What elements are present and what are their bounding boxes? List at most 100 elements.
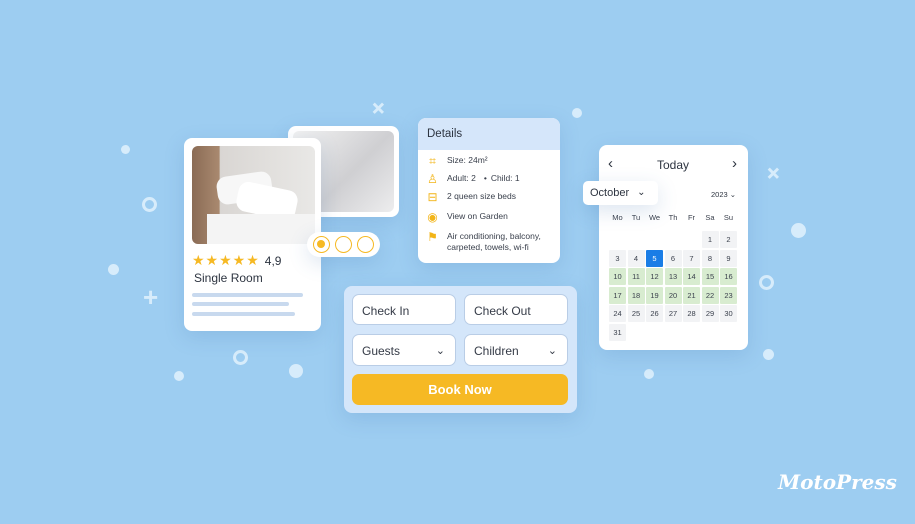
decor-dot	[791, 223, 806, 238]
calendar-day-22[interactable]: 22	[701, 286, 719, 304]
calendar-day-8[interactable]: 8	[701, 249, 719, 267]
decor-plus: +	[757, 157, 790, 189]
chevron-down-icon: ⌄	[637, 187, 646, 198]
calendar-day-26[interactable]: 26	[646, 305, 663, 322]
children-select[interactable]: Children ⌄	[464, 334, 568, 366]
detail-adults: Adult: 2	[447, 173, 476, 183]
details-header: Details	[418, 118, 560, 150]
chevron-down-icon: ⌄	[435, 345, 445, 357]
weekday-tu: Tu	[631, 213, 641, 222]
today-button[interactable]: Today	[657, 158, 689, 172]
room-card: ★★★★★ 4,9 Single Room	[184, 138, 321, 331]
weekday-th: Th	[668, 213, 678, 222]
rating-value: 4,9	[264, 253, 282, 268]
calendar-day-16[interactable]: 16	[720, 268, 737, 285]
calendar-day-31[interactable]: 31	[609, 323, 626, 341]
calendar-day-13[interactable]: 13	[664, 268, 682, 285]
decor-plus: +	[362, 92, 395, 124]
calendar-day-5[interactable]: 5	[646, 249, 663, 267]
book-now-button[interactable]: Book Now	[352, 374, 568, 405]
calendar-card: ‹ Today › 2023 ⌄ Mo Tu We Th Fr Sa Su 1 2 3 4 5 6 7 8 9…	[599, 145, 748, 350]
rating-stars: ★★★★★	[192, 252, 260, 268]
prev-month-button[interactable]: ‹	[608, 155, 613, 172]
calendar-day-30[interactable]: 30	[720, 305, 737, 322]
eye-icon: ◉	[427, 210, 438, 224]
decor-dot	[572, 108, 582, 118]
gallery-dots	[307, 232, 380, 257]
bookmark-icon: ⚑	[427, 230, 438, 244]
weekday-we: We	[648, 213, 661, 222]
placeholder-line	[192, 312, 295, 316]
check-in-label: Check In	[362, 304, 410, 318]
decor-dot	[174, 371, 184, 381]
calendar-day-4[interactable]: 4	[627, 249, 645, 267]
bullet: •	[483, 173, 487, 183]
detail-children: Child: 1	[490, 173, 520, 183]
detail-size: Size: 24m²	[447, 155, 488, 165]
weekday-fr: Fr	[687, 213, 696, 222]
calendar-day-25[interactable]: 25	[627, 305, 645, 322]
room-photo[interactable]	[192, 146, 315, 244]
placeholder-line	[192, 293, 303, 297]
weekday-sa: Sa	[705, 213, 715, 222]
guests-select[interactable]: Guests ⌄	[352, 334, 456, 366]
decor-dot	[108, 264, 119, 275]
decor-dot	[121, 145, 130, 154]
size-icon: ⌗	[429, 154, 436, 168]
calendar-day-23[interactable]: 23	[720, 286, 737, 304]
calendar-day-27[interactable]: 27	[664, 305, 682, 322]
check-out-input[interactable]: Check Out	[464, 294, 568, 325]
calendar-day-3[interactable]: 3	[609, 249, 626, 267]
calendar-day-17[interactable]: 17	[609, 286, 626, 304]
calendar-day-2[interactable]: 2	[720, 231, 737, 248]
calendar-day-6[interactable]: 6	[664, 249, 682, 267]
gallery-dot-3[interactable]	[357, 236, 374, 253]
check-in-input[interactable]: Check In	[352, 294, 456, 325]
weekday-mo: Mo	[612, 213, 623, 222]
detail-view: View on Garden	[447, 211, 508, 221]
decor-dot	[289, 364, 303, 378]
chevron-down-icon: ⌄	[729, 190, 737, 199]
month-value: October	[590, 187, 630, 199]
calendar-day-12[interactable]: 12	[646, 268, 663, 285]
calendar-day-9[interactable]: 9	[720, 249, 737, 267]
gallery-dot-2[interactable]	[335, 236, 352, 253]
calendar-day-18[interactable]: 18	[627, 286, 645, 304]
calendar-day-1[interactable]: 1	[701, 231, 719, 248]
calendar-day-7[interactable]: 7	[683, 249, 700, 267]
calendar-day-20[interactable]: 20	[664, 286, 682, 304]
year-select[interactable]: 2023 ⌄	[711, 190, 736, 199]
calendar-day-19[interactable]: 19	[646, 286, 663, 304]
check-out-label: Check Out	[474, 304, 531, 318]
calendar-day-10[interactable]: 10	[609, 268, 626, 285]
calendar-day-28[interactable]: 28	[683, 305, 700, 322]
details-card: Details ⌗ Size: 24m² ♙ Adult: 2 • Child: 1 ⊟…	[418, 118, 560, 263]
decor-dot	[763, 349, 774, 360]
weekday-su: Su	[723, 213, 734, 222]
detail-amenities: Air conditioning, balcony, carpeted, tow…	[447, 231, 541, 252]
calendar-day-29[interactable]: 29	[701, 305, 719, 322]
brand-logo: MotoPress	[778, 470, 897, 494]
gallery-dot-1[interactable]	[313, 236, 330, 253]
detail-beds: 2 queen size beds	[447, 191, 516, 201]
decor-ring	[759, 275, 774, 290]
person-icon: ♙	[427, 172, 438, 186]
calendar-day-15[interactable]: 15	[701, 268, 719, 285]
children-label: Children	[474, 344, 519, 358]
room-title[interactable]: Single Room	[194, 271, 263, 285]
year-value: 2023	[711, 190, 728, 199]
guests-label: Guests	[362, 344, 401, 358]
calendar-day-14[interactable]: 14	[683, 268, 700, 285]
booking-form: Check In Check Out Guests ⌄ Children ⌄ Boo…	[344, 286, 577, 413]
decor-plus: +	[143, 282, 159, 312]
calendar-day-21[interactable]: 21	[683, 286, 700, 304]
decor-ring	[233, 350, 248, 365]
decor-ring	[142, 197, 157, 212]
month-select[interactable]: October ⌄	[583, 181, 658, 205]
placeholder-line	[192, 302, 289, 306]
calendar-day-11[interactable]: 11	[627, 268, 645, 285]
calendar-day-24[interactable]: 24	[609, 305, 626, 322]
chevron-down-icon: ⌄	[547, 345, 557, 357]
bed-icon: ⊟	[427, 190, 438, 204]
next-month-button[interactable]: ›	[732, 155, 737, 172]
